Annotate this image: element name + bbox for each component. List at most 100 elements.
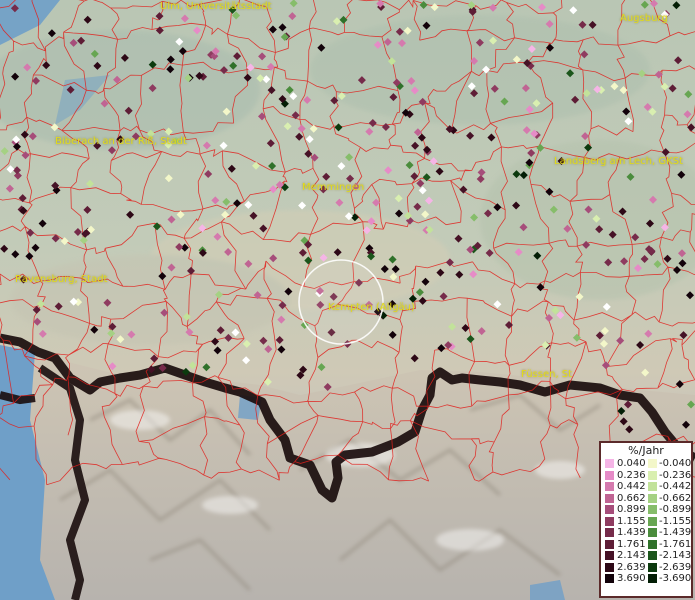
data-marker[interactable]	[489, 3, 497, 12]
data-marker[interactable]	[334, 123, 343, 132]
data-marker[interactable]	[683, 110, 692, 119]
data-marker[interactable]	[418, 186, 427, 195]
data-marker[interactable]	[278, 23, 287, 32]
data-marker[interactable]	[252, 161, 260, 170]
data-marker[interactable]	[644, 329, 653, 338]
data-marker[interactable]	[204, 170, 213, 178]
data-marker[interactable]	[335, 198, 344, 207]
data-marker[interactable]	[242, 356, 251, 365]
data-marker[interactable]	[572, 333, 581, 342]
data-marker[interactable]	[268, 25, 277, 34]
data-marker[interactable]	[176, 210, 185, 219]
data-marker[interactable]	[211, 196, 220, 205]
data-marker[interactable]	[381, 123, 390, 131]
data-marker[interactable]	[258, 52, 267, 61]
data-marker[interactable]	[674, 56, 683, 65]
data-marker[interactable]	[295, 132, 304, 141]
data-marker[interactable]	[538, 3, 546, 12]
data-marker[interactable]	[47, 29, 56, 38]
data-marker[interactable]	[291, 111, 300, 120]
map-view[interactable]: Ulm, Universitätsstadt Augsburg Biberach…	[0, 0, 695, 600]
data-marker[interactable]	[388, 330, 397, 339]
data-marker[interactable]	[337, 162, 346, 171]
data-marker[interactable]	[395, 209, 403, 218]
data-marker[interactable]	[466, 131, 475, 140]
data-marker[interactable]	[345, 153, 354, 162]
data-marker[interactable]	[425, 196, 433, 205]
data-marker[interactable]	[268, 162, 277, 170]
data-marker[interactable]	[266, 139, 275, 148]
data-marker[interactable]	[622, 107, 631, 116]
data-marker[interactable]	[38, 219, 47, 228]
data-marker[interactable]	[277, 345, 286, 354]
data-marker[interactable]	[297, 124, 306, 133]
data-marker[interactable]	[588, 20, 597, 29]
data-marker[interactable]	[193, 26, 202, 35]
data-marker[interactable]	[262, 75, 271, 84]
data-marker[interactable]	[551, 306, 560, 315]
data-marker[interactable]	[285, 86, 294, 94]
data-marker[interactable]	[556, 311, 565, 320]
data-marker[interactable]	[686, 291, 694, 300]
data-marker[interactable]	[317, 363, 326, 372]
data-marker[interactable]	[435, 167, 444, 176]
data-marker[interactable]	[454, 234, 463, 243]
data-marker[interactable]	[73, 228, 82, 236]
data-marker[interactable]	[675, 380, 684, 389]
data-marker[interactable]	[410, 354, 419, 363]
data-marker[interactable]	[5, 184, 14, 193]
data-marker[interactable]	[569, 6, 578, 15]
data-marker[interactable]	[522, 126, 531, 135]
data-marker[interactable]	[275, 336, 284, 344]
data-marker[interactable]	[601, 326, 609, 335]
data-marker[interactable]	[38, 329, 47, 338]
data-marker[interactable]	[126, 210, 135, 219]
data-marker[interactable]	[439, 292, 448, 301]
data-marker[interactable]	[289, 92, 298, 101]
data-marker[interactable]	[267, 86, 276, 95]
data-marker[interactable]	[455, 270, 464, 279]
data-marker[interactable]	[636, 341, 645, 349]
data-marker[interactable]	[83, 15, 92, 24]
data-marker[interactable]	[213, 346, 222, 355]
data-marker[interactable]	[18, 194, 27, 203]
data-marker[interactable]	[394, 194, 403, 203]
data-marker[interactable]	[79, 236, 88, 245]
data-marker[interactable]	[227, 164, 236, 173]
data-marker[interactable]	[470, 213, 479, 222]
data-marker[interactable]	[259, 336, 268, 345]
data-marker[interactable]	[288, 12, 297, 21]
data-marker[interactable]	[0, 244, 9, 253]
data-marker[interactable]	[477, 168, 486, 177]
data-marker[interactable]	[263, 377, 272, 386]
data-marker[interactable]	[86, 179, 94, 188]
data-marker[interactable]	[188, 361, 197, 370]
data-marker[interactable]	[476, 175, 485, 183]
data-marker[interactable]	[11, 250, 20, 259]
data-marker[interactable]	[365, 127, 374, 136]
data-marker[interactable]	[219, 141, 228, 150]
data-marker[interactable]	[600, 339, 608, 348]
data-marker[interactable]	[384, 166, 393, 175]
data-marker[interactable]	[687, 123, 695, 132]
data-marker[interactable]	[31, 243, 40, 252]
data-marker[interactable]	[419, 1, 428, 9]
data-marker[interactable]	[668, 84, 677, 93]
data-marker[interactable]	[448, 322, 457, 331]
data-marker[interactable]	[83, 205, 92, 214]
data-marker[interactable]	[422, 173, 431, 182]
data-marker[interactable]	[413, 202, 422, 211]
data-marker[interactable]	[322, 172, 331, 181]
data-marker[interactable]	[469, 270, 478, 279]
data-marker[interactable]	[411, 141, 420, 150]
data-marker[interactable]	[233, 199, 242, 208]
data-marker[interactable]	[641, 368, 650, 377]
data-marker[interactable]	[242, 339, 251, 348]
data-marker[interactable]	[269, 185, 278, 194]
data-marker[interactable]	[289, 0, 298, 8]
data-marker[interactable]	[430, 3, 439, 12]
data-marker[interactable]	[581, 132, 590, 141]
data-marker[interactable]	[672, 1, 681, 10]
data-marker[interactable]	[437, 344, 446, 353]
data-marker[interactable]	[616, 336, 625, 345]
